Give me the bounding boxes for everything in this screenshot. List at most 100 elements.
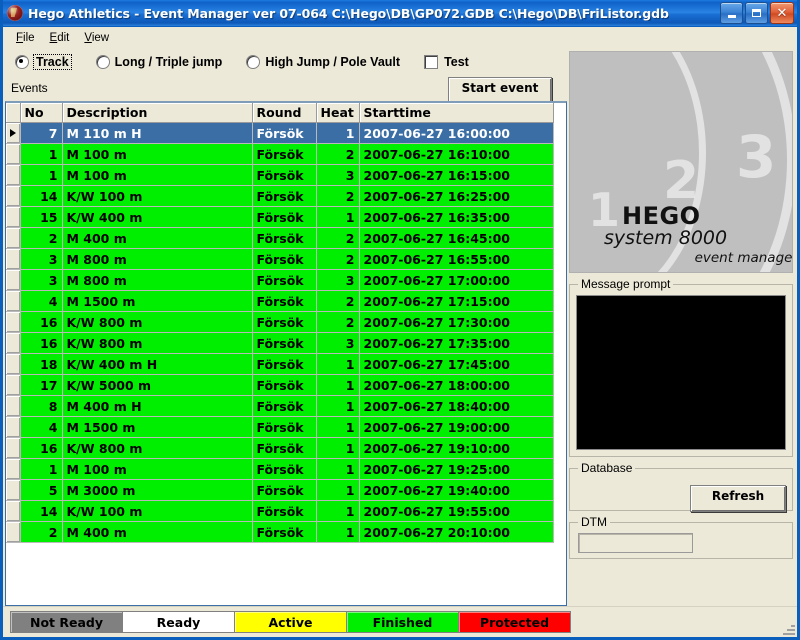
row-indicator-cell[interactable] bbox=[6, 479, 21, 501]
table-row[interactable]: 8M 400 m H Försök 1 2007-06-27 18:40:00 bbox=[6, 395, 554, 417]
row-indicator-cell[interactable] bbox=[6, 311, 21, 333]
cell-no: 15 bbox=[20, 206, 63, 228]
start-event-button[interactable]: Start event bbox=[448, 77, 552, 104]
radio-long-triple-jump[interactable]: Long / Triple jump bbox=[95, 54, 222, 69]
cell-no: 4 bbox=[20, 416, 63, 438]
event-type-options: Track Long / Triple jump High Jump / Pol… bbox=[3, 48, 569, 75]
cell-no: 17 bbox=[20, 374, 63, 396]
cell-no: 14 bbox=[20, 500, 63, 522]
row-indicator-cell[interactable] bbox=[6, 248, 21, 270]
row-indicator-cell[interactable] bbox=[6, 227, 21, 249]
column-header-no[interactable]: No bbox=[20, 103, 63, 123]
hego-logo-panel: 1 2 3 HEGO system 8000 event manager bbox=[569, 51, 793, 273]
row-indicator-cell[interactable] bbox=[6, 395, 21, 417]
table-row[interactable]: 16 K/W 800 m Försök 2 2007-06-27 17:30:00 bbox=[6, 311, 554, 333]
dtm-field[interactable] bbox=[578, 533, 693, 553]
table-row[interactable]: 7M 110 m H Försök 1 2007-06-27 16:00:00 bbox=[6, 122, 554, 144]
menu-item-view[interactable]: View bbox=[77, 30, 117, 46]
menu-item-file[interactable]: File bbox=[9, 30, 43, 46]
cell-starttime: 2007-06-27 16:45:00 bbox=[359, 227, 554, 249]
cell-heat: 1 bbox=[316, 458, 360, 480]
close-button[interactable]: ✕ bbox=[770, 2, 794, 24]
row-indicator-cell[interactable] bbox=[6, 185, 21, 207]
cell-heat: 1 bbox=[316, 416, 360, 438]
column-header-heat[interactable]: Heat bbox=[316, 103, 360, 123]
cell-description: K/W 5000 m bbox=[62, 374, 253, 396]
table-row[interactable]: 15 K/W 400 m Försök 1 2007-06-27 16:35:00 bbox=[6, 206, 554, 228]
status-legend-protected: Protected bbox=[458, 611, 571, 633]
menu-item-edit[interactable]: Edit bbox=[43, 30, 78, 46]
row-indicator-cell[interactable] bbox=[6, 374, 21, 396]
checkbox-test[interactable]: Test bbox=[424, 54, 469, 69]
table-row[interactable]: 16 K/W 800 m Försök 1 2007-06-27 19:10:00 bbox=[6, 437, 554, 459]
row-indicator-cell[interactable] bbox=[6, 122, 21, 144]
cell-heat: 2 bbox=[316, 227, 360, 249]
table-row[interactable]: 14 K/W 100 m Försök 2 2007-06-27 16:25:00 bbox=[6, 185, 554, 207]
radio-high-jump-pole-vault[interactable]: High Jump / Pole Vault bbox=[246, 54, 400, 69]
table-row[interactable]: 3M 800 m Försök 3 2007-06-27 17:00:00 bbox=[6, 269, 554, 291]
radio-track[interactable]: Track bbox=[15, 53, 72, 70]
cell-description: M 110 m H bbox=[62, 122, 253, 144]
table-row[interactable]: 16 K/W 800 m Försök 3 2007-06-27 17:35:00 bbox=[6, 332, 554, 354]
minimize-icon bbox=[727, 14, 736, 18]
table-row[interactable]: 1M 100 m Försök 1 2007-06-27 19:25:00 bbox=[6, 458, 554, 480]
logo-brand: HEGO bbox=[622, 202, 701, 230]
table-row[interactable]: 4M 1500 m Försök 1 2007-06-27 19:00:00 bbox=[6, 416, 554, 438]
events-grid-container[interactable]: No Description Round Heat Starttime 7M 1… bbox=[5, 101, 567, 606]
cell-starttime: 2007-06-27 17:35:00 bbox=[359, 332, 554, 354]
row-indicator-cell[interactable] bbox=[6, 332, 21, 354]
row-indicator-cell[interactable] bbox=[6, 164, 21, 186]
radio-track-icon bbox=[15, 54, 29, 69]
message-prompt-display[interactable] bbox=[576, 295, 786, 450]
row-indicator-cell[interactable] bbox=[6, 500, 21, 522]
refresh-button[interactable]: Refresh bbox=[690, 485, 786, 512]
table-row[interactable]: 18 K/W 400 m H Försök 1 2007-06-27 17:45:00 bbox=[6, 353, 554, 375]
cell-starttime: 2007-06-27 16:55:00 bbox=[359, 248, 554, 270]
column-header-description[interactable]: Description bbox=[62, 103, 253, 123]
row-indicator-cell[interactable] bbox=[6, 416, 21, 438]
table-row[interactable]: 4M 1500 m Försök 2 2007-06-27 17:15:00 bbox=[6, 290, 554, 312]
cell-round: Försök bbox=[252, 395, 317, 417]
title-bar[interactable]: Hego Athletics - Event Manager ver 07-06… bbox=[3, 0, 797, 27]
row-indicator-cell[interactable] bbox=[6, 521, 21, 543]
logo-text-block: HEGO system 8000 event manager bbox=[604, 202, 793, 266]
table-row[interactable]: 17 K/W 5000 m Försök 1 2007-06-27 18:00:00 bbox=[6, 374, 554, 396]
row-indicator-cell[interactable] bbox=[6, 437, 21, 459]
cell-no: 16 bbox=[20, 332, 63, 354]
cell-round: Försök bbox=[252, 374, 317, 396]
row-indicator-cell[interactable] bbox=[6, 290, 21, 312]
table-row[interactable]: 2M 400 m Försök 2 2007-06-27 16:45:00 bbox=[6, 227, 554, 249]
row-indicator-cell[interactable] bbox=[6, 269, 21, 291]
table-row[interactable]: 1M 100 m Försök 3 2007-06-27 16:15:00 bbox=[6, 164, 554, 186]
row-indicator-cell[interactable] bbox=[6, 353, 21, 375]
logo-product: event manager bbox=[694, 249, 793, 266]
column-header-round[interactable]: Round bbox=[252, 103, 317, 123]
maximize-button[interactable] bbox=[745, 2, 768, 24]
cell-heat: 1 bbox=[316, 122, 360, 144]
table-row[interactable]: 2M 400 m Försök 1 2007-06-27 20:10:00 bbox=[6, 521, 554, 543]
cell-round: Försök bbox=[252, 458, 317, 480]
table-row[interactable]: 5M 3000 m Försök 1 2007-06-27 19:40:00 bbox=[6, 479, 554, 501]
row-indicator-cell[interactable] bbox=[6, 458, 21, 480]
logo-system: system 8000 bbox=[604, 227, 728, 249]
cell-heat: 2 bbox=[316, 290, 360, 312]
cell-starttime: 2007-06-27 19:55:00 bbox=[359, 500, 554, 522]
resize-grip[interactable] bbox=[781, 621, 795, 635]
status-legend-active: Active bbox=[234, 611, 347, 633]
cell-no: 14 bbox=[20, 185, 63, 207]
minimize-button[interactable] bbox=[720, 2, 743, 24]
table-row[interactable]: 14 K/W 100 m Försök 1 2007-06-27 19:55:00 bbox=[6, 500, 554, 522]
cell-starttime: 2007-06-27 18:40:00 bbox=[359, 395, 554, 417]
row-indicator-cell[interactable] bbox=[6, 143, 21, 165]
cell-round: Försök bbox=[252, 353, 317, 375]
column-header-starttime[interactable]: Starttime bbox=[359, 103, 554, 123]
row-indicator-cell[interactable] bbox=[6, 206, 21, 228]
cell-heat: 3 bbox=[316, 269, 360, 291]
cell-description: M 100 m bbox=[62, 458, 253, 480]
cell-round: Försök bbox=[252, 416, 317, 438]
cell-starttime: 2007-06-27 20:10:00 bbox=[359, 521, 554, 543]
cell-starttime: 2007-06-27 19:00:00 bbox=[359, 416, 554, 438]
table-row[interactable]: 1M 100 m Försök 2 2007-06-27 16:10:00 bbox=[6, 143, 554, 165]
table-row[interactable]: 3M 800 m Försök 2 2007-06-27 16:55:00 bbox=[6, 248, 554, 270]
close-icon: ✕ bbox=[776, 5, 788, 21]
